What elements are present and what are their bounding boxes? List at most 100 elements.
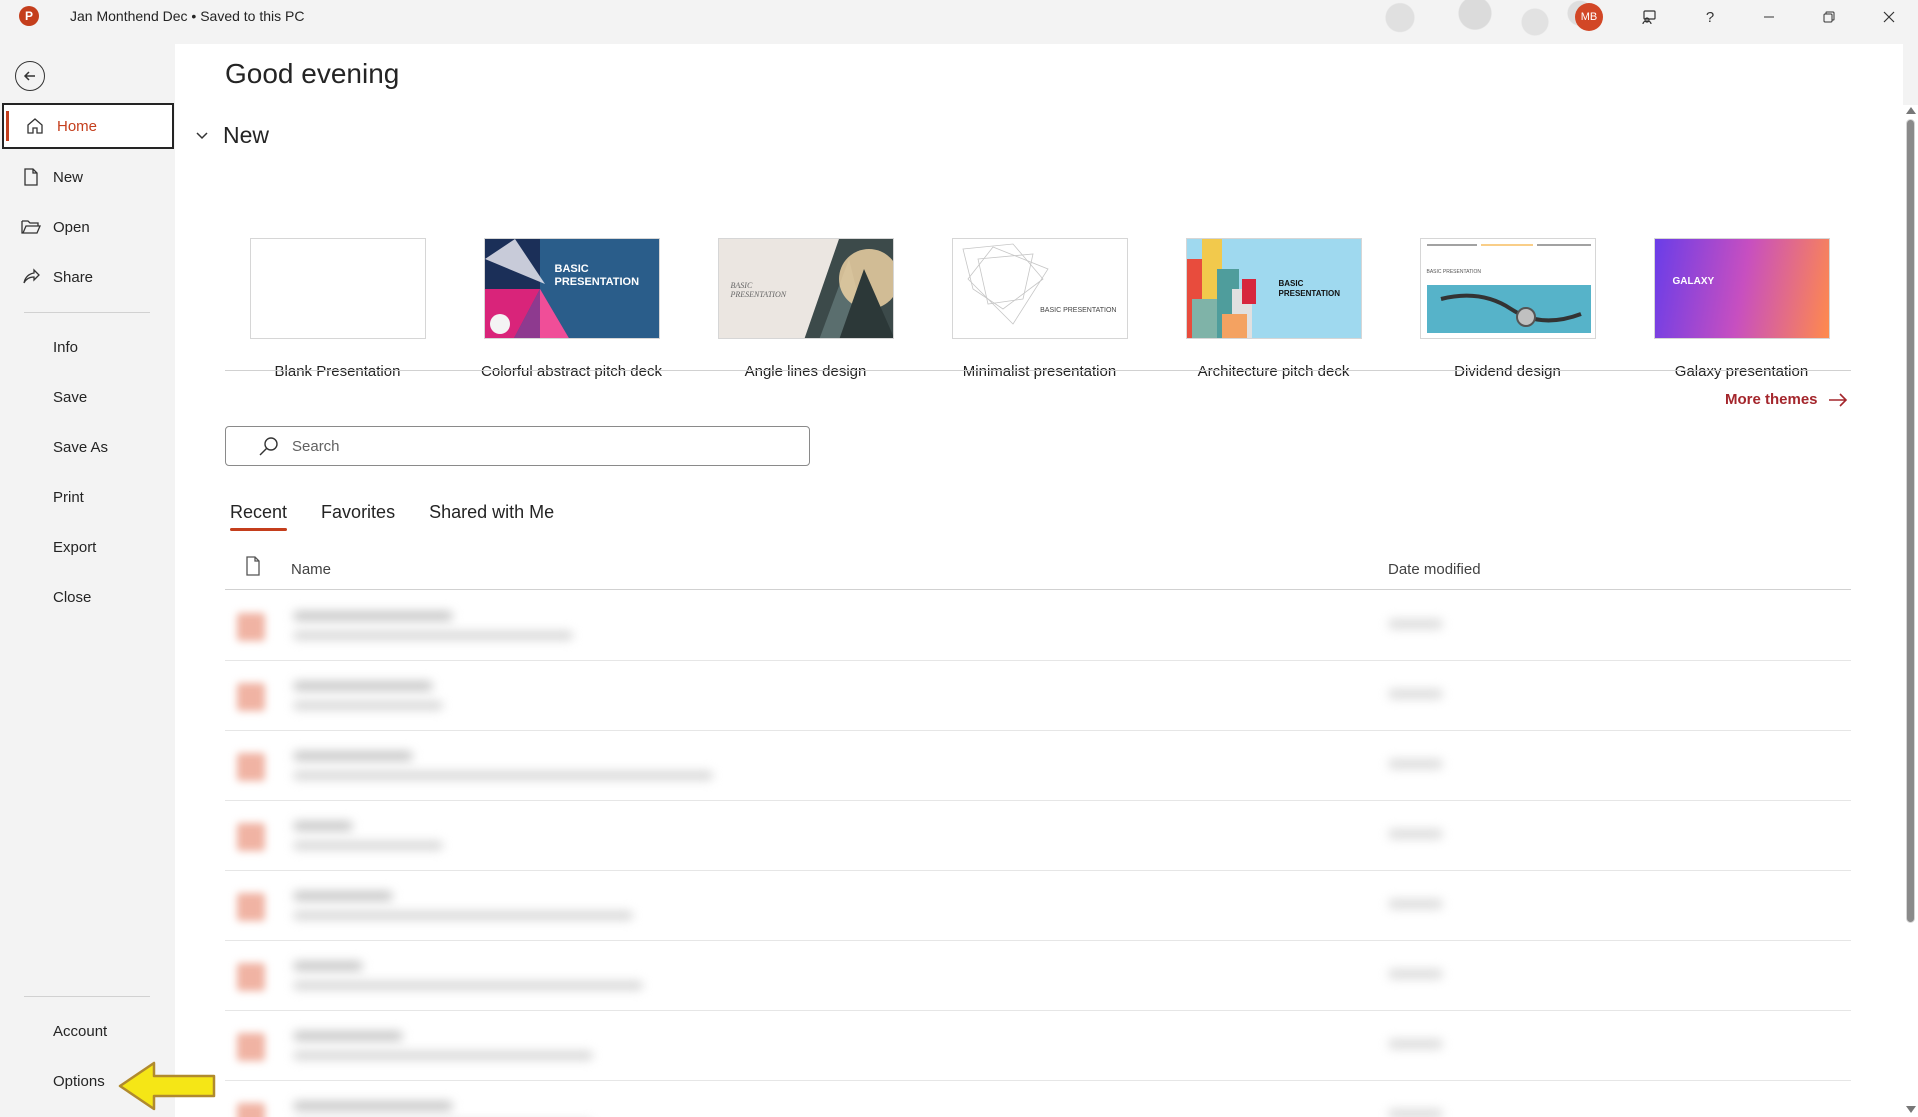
template-blank-presentation[interactable]: Blank Presentation [221, 238, 454, 380]
tab-recent[interactable]: Recent [230, 502, 288, 531]
sidebar-item-open[interactable]: Open [0, 204, 175, 250]
thumbnail-title: GALAXY [1672, 276, 1715, 287]
file-tabs: Recent Favorites Shared with Me [230, 502, 554, 531]
title-bar-decoration [1310, 0, 1610, 44]
template-thumbnail: GALAXY [1653, 238, 1830, 339]
sidebar-item-label: Info [53, 338, 79, 356]
table-row[interactable] [225, 1081, 1851, 1117]
scrollbar-thumb[interactable] [1906, 119, 1915, 923]
thumbnail-title: BASIC PRESENTATION [730, 281, 787, 299]
sidebar-item-label: Home [57, 117, 98, 135]
sidebar-item-new[interactable]: New [0, 154, 175, 200]
backstage-sidebar: Home New Open Share Info Save Save As Pr… [0, 44, 175, 1117]
new-section-title: New [223, 122, 270, 148]
sidebar-divider [24, 312, 150, 313]
sidebar-item-home[interactable]: Home [2, 103, 174, 149]
back-arrow-icon[interactable] [15, 61, 45, 91]
template-name: Dividend design [1454, 363, 1561, 380]
table-row[interactable] [225, 1011, 1851, 1081]
annotation-arrow-icon [118, 1061, 216, 1111]
template-name: Angle lines design [744, 363, 867, 380]
template-colorful-abstract[interactable]: BASIC PRESENTATION Colorful abstract pit… [455, 238, 688, 380]
template-name: Architecture pitch deck [1197, 363, 1350, 380]
template-name: Minimalist presentation [962, 363, 1117, 380]
sidebar-item-label: New [53, 168, 84, 186]
template-name: Galaxy presentation [1674, 363, 1809, 380]
column-name[interactable]: Name [291, 561, 331, 578]
main-panel: Good evening New Blank Presentation BASI… [175, 44, 1903, 1117]
search-icon [259, 437, 278, 456]
search-box[interactable] [225, 426, 810, 466]
minimize-icon[interactable] [1754, 4, 1784, 30]
sidebar-item-label: Account [53, 1022, 108, 1040]
scroll-up-icon[interactable] [1906, 107, 1916, 114]
sidebar-item-info[interactable]: Info [0, 324, 175, 370]
feedback-icon[interactable] [1634, 4, 1664, 30]
sidebar-item-label: Save As [53, 438, 109, 456]
template-name: Blank Presentation [274, 363, 401, 380]
template-dividend[interactable]: BASIC PRESENTATION Dividend design [1391, 238, 1624, 380]
table-row[interactable] [225, 731, 1851, 801]
sidebar-item-label: Options [53, 1072, 105, 1090]
new-section-header[interactable]: New [195, 122, 269, 149]
template-thumbnail: BASIC PRESENTATION [1419, 238, 1596, 339]
active-indicator [6, 111, 9, 141]
template-minimalist[interactable]: BASIC PRESENTATION Minimalist presentati… [923, 238, 1156, 380]
vertical-scrollbar[interactable] [1903, 105, 1918, 1117]
help-icon[interactable]: ? [1695, 4, 1725, 30]
table-row[interactable] [225, 871, 1851, 941]
scroll-down-icon[interactable] [1906, 1106, 1916, 1113]
template-thumbnail: BASIC PRESENTATION [717, 238, 894, 339]
template-angle-lines[interactable]: BASIC PRESENTATION Angle lines design [689, 238, 922, 380]
tab-shared-with-me[interactable]: Shared with Me [429, 502, 554, 531]
sidebar-item-label: Open [53, 218, 90, 236]
file-type-icon [246, 556, 260, 576]
powerpoint-app-icon: P [19, 6, 39, 26]
chevron-down-icon[interactable] [195, 131, 209, 141]
sidebar-item-print[interactable]: Print [0, 474, 175, 520]
file-list-header: Name Date modified [225, 556, 1851, 590]
thumbnail-title: BASIC PRESENTATION [1426, 269, 1482, 275]
share-icon [21, 267, 41, 287]
sidebar-item-label: Close [53, 588, 92, 606]
sidebar-divider [24, 996, 150, 997]
table-row[interactable] [225, 591, 1851, 661]
template-name: Colorful abstract pitch deck [481, 363, 662, 380]
template-architecture[interactable]: BASIC PRESENTATION Architecture pitch de… [1157, 238, 1390, 380]
sidebar-item-account[interactable]: Account [0, 1008, 175, 1054]
sidebar-item-share[interactable]: Share [0, 254, 175, 300]
column-date-modified[interactable]: Date modified [1388, 561, 1481, 578]
home-icon [25, 116, 45, 136]
tab-favorites[interactable]: Favorites [321, 502, 395, 531]
section-divider [225, 370, 1851, 371]
template-thumbnail: BASIC PRESENTATION [1185, 238, 1362, 339]
table-row[interactable] [225, 801, 1851, 871]
template-galaxy[interactable]: GALAXY Galaxy presentation [1625, 238, 1858, 380]
sidebar-item-label: Save [53, 388, 88, 406]
more-themes-link[interactable]: More themes [1725, 391, 1848, 408]
template-thumbnail: BASIC PRESENTATION [483, 238, 660, 339]
close-icon[interactable] [1874, 4, 1904, 30]
account-avatar[interactable]: MB [1575, 3, 1603, 31]
template-gallery: Blank Presentation BASIC PRESENTATION Co… [175, 194, 1875, 380]
thumbnail-title: BASIC PRESENTATION [554, 263, 640, 288]
table-row[interactable] [225, 941, 1851, 1011]
title-bar: P Jan Monthend Dec • Saved to this PC MB… [0, 0, 1918, 44]
document-title: Jan Monthend Dec • Saved to this PC [70, 8, 305, 24]
template-thumbnail: BASIC PRESENTATION [951, 238, 1128, 339]
new-document-icon [21, 167, 41, 187]
search-input[interactable] [292, 437, 772, 455]
greeting-heading: Good evening [225, 58, 400, 89]
sidebar-item-save-as[interactable]: Save As [0, 424, 175, 470]
sidebar-item-close[interactable]: Close [0, 574, 175, 620]
thumbnail-title: BASIC PRESENTATION [1040, 307, 1117, 314]
sidebar-item-label: Export [53, 538, 97, 556]
sidebar-item-label: Print [53, 488, 84, 506]
thumbnail-title: BASIC PRESENTATION [1278, 279, 1340, 298]
folder-open-icon [21, 217, 41, 237]
table-row[interactable] [225, 661, 1851, 731]
more-themes-label: More themes [1725, 391, 1818, 408]
sidebar-item-export[interactable]: Export [0, 524, 175, 570]
restore-icon[interactable] [1814, 4, 1844, 30]
sidebar-item-save[interactable]: Save [0, 374, 175, 420]
